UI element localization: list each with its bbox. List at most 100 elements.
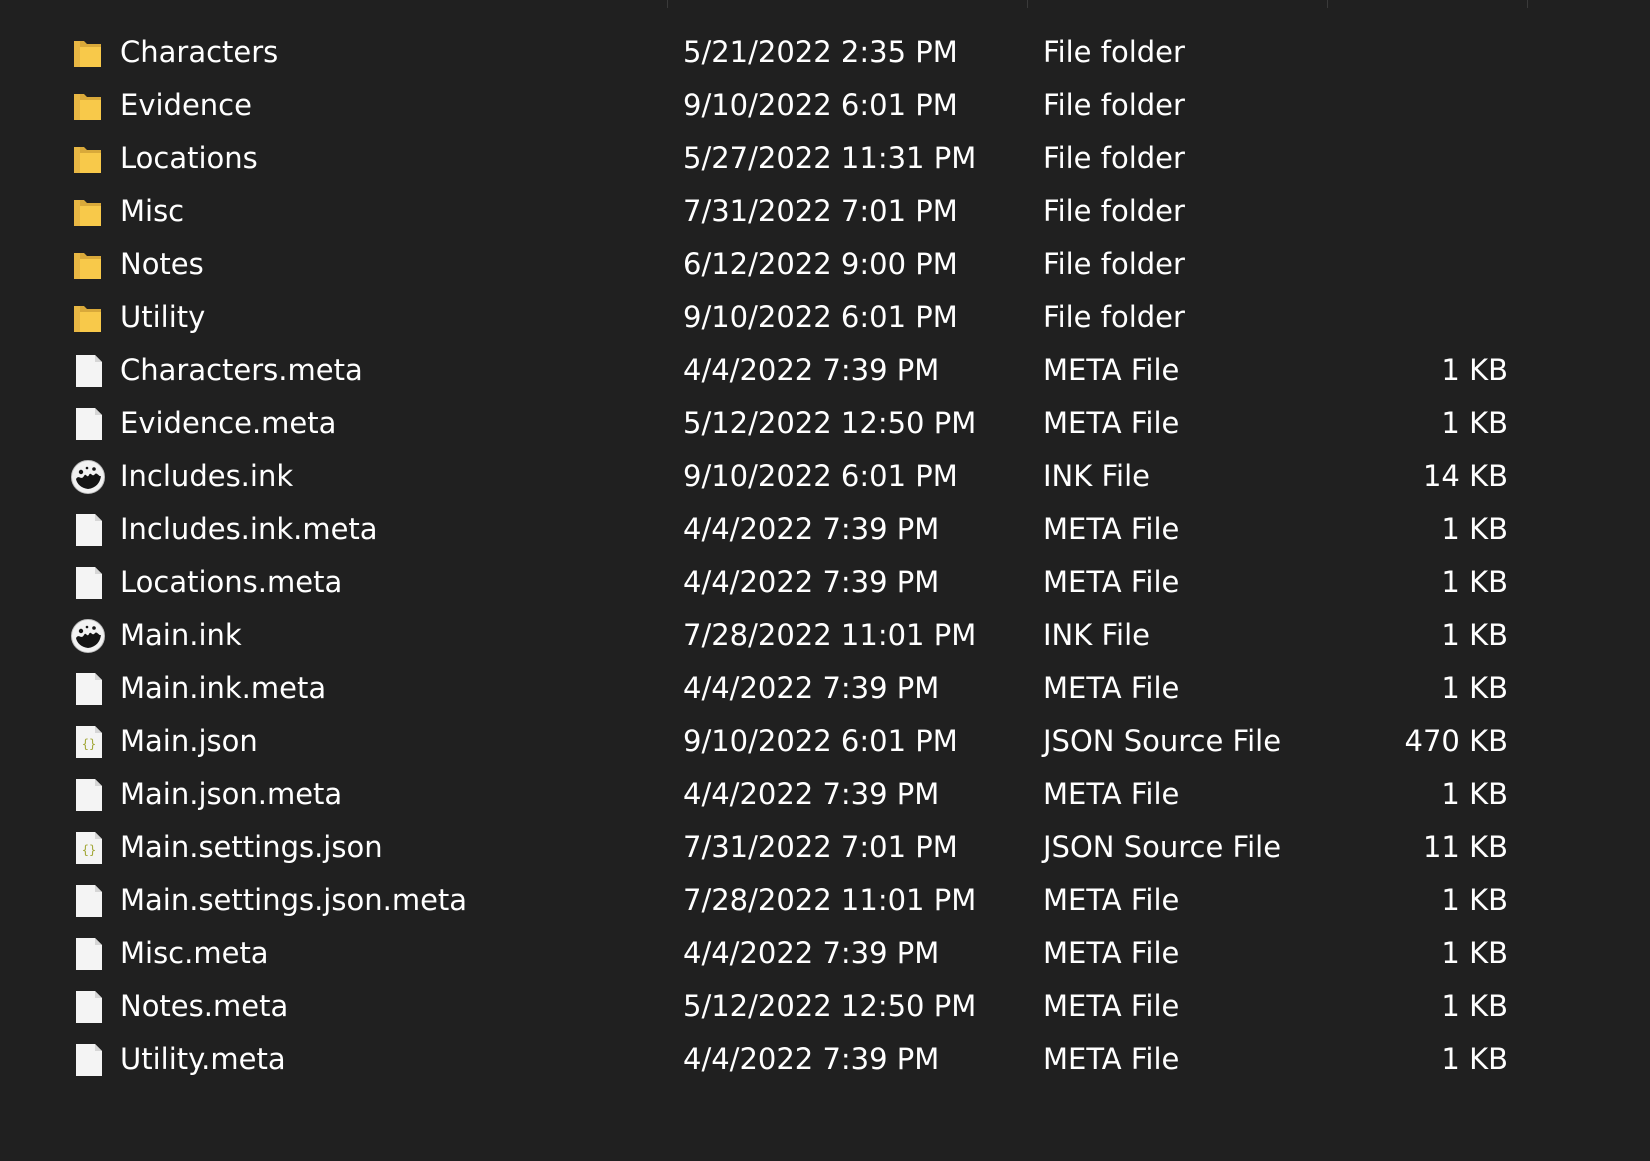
file-row[interactable]: Utility.meta 4/4/2022 7:39 PM META File 1 K…: [0, 1033, 1650, 1086]
file-row[interactable]: Utility 9/10/2022 6:01 PM File folder: [0, 291, 1650, 344]
file-row[interactable]: Main.settings.json.meta 7/28/2022 11:01 P…: [0, 874, 1650, 927]
column-divider-end[interactable]: [1527, 0, 1528, 8]
file-type: File folder: [1043, 88, 1185, 122]
file-size: 11 KB: [1422, 830, 1508, 864]
file-type: META File: [1043, 512, 1180, 546]
file-size: 1 KB: [1441, 618, 1508, 652]
file-row[interactable]: Includes.ink.meta 4/4/2022 7:39 PM META Fi…: [0, 503, 1650, 556]
file-row[interactable]: Evidence 9/10/2022 6:01 PM File folder: [0, 79, 1650, 132]
file-type: File folder: [1043, 194, 1185, 228]
file-size: 1 KB: [1441, 989, 1508, 1023]
file-date-modified: 4/4/2022 7:39 PM: [683, 936, 940, 970]
file-type: META File: [1043, 1042, 1180, 1076]
file-name: Locations.meta: [120, 565, 343, 599]
svg-text:{}: {}: [82, 737, 96, 751]
file-row[interactable]: Characters 5/21/2022 2:35 PM File folder: [0, 26, 1650, 79]
column-divider-size[interactable]: [1327, 0, 1328, 8]
file-date-modified: 4/4/2022 7:39 PM: [683, 512, 940, 546]
file-type: INK File: [1043, 459, 1151, 493]
file-row[interactable]: Locations.meta 4/4/2022 7:39 PM META File 1…: [0, 556, 1650, 609]
file-date-modified: 4/4/2022 7:39 PM: [683, 777, 940, 811]
file-date-modified: 9/10/2022 6:01 PM: [683, 88, 958, 122]
file-date-modified: 7/28/2022 11:01 PM: [683, 618, 977, 652]
file-size: 1 KB: [1441, 671, 1508, 705]
file-date-modified: 4/4/2022 7:39 PM: [683, 565, 940, 599]
file-name: Misc: [120, 194, 185, 228]
file-type: META File: [1043, 671, 1180, 705]
blank-file-icon: [70, 353, 108, 389]
file-date-modified: 4/4/2022 7:39 PM: [683, 353, 940, 387]
file-date-modified: 5/12/2022 12:50 PM: [683, 989, 977, 1023]
file-name: Evidence.meta: [120, 406, 337, 440]
blank-file-icon: [70, 1042, 108, 1078]
file-name: Main.settings.json.meta: [120, 883, 468, 917]
file-type: File folder: [1043, 300, 1185, 334]
ink-file-icon: [70, 459, 108, 495]
file-name: Includes.ink: [120, 459, 294, 493]
file-row[interactable]: Includes.ink 9/10/2022 6:01 PM INK File 14 …: [0, 450, 1650, 503]
file-row[interactable]: Main.ink 7/28/2022 11:01 PM INK File 1 KB: [0, 609, 1650, 662]
file-size: 1 KB: [1441, 406, 1508, 440]
file-size: 1 KB: [1441, 777, 1508, 811]
file-row[interactable]: Misc.meta 4/4/2022 7:39 PM META File 1 KB: [0, 927, 1650, 980]
blank-file-icon: [70, 777, 108, 813]
file-date-modified: 9/10/2022 6:01 PM: [683, 300, 958, 334]
file-row[interactable]: Characters.meta 4/4/2022 7:39 PM META File…: [0, 344, 1650, 397]
file-name: Main.ink: [120, 618, 242, 652]
file-date-modified: 5/12/2022 12:50 PM: [683, 406, 977, 440]
blank-file-icon: [70, 565, 108, 601]
file-type: File folder: [1043, 35, 1185, 69]
svg-text:{}: {}: [82, 843, 96, 857]
folder-icon: [70, 35, 108, 71]
folder-icon: [70, 300, 108, 336]
file-row[interactable]: Misc 7/31/2022 7:01 PM File folder: [0, 185, 1650, 238]
folder-icon: [70, 247, 108, 283]
file-size: 1 KB: [1441, 1042, 1508, 1076]
blank-file-icon: [70, 512, 108, 548]
file-row[interactable]: Notes 6/12/2022 9:00 PM File folder: [0, 238, 1650, 291]
file-size: 1 KB: [1441, 883, 1508, 917]
file-size: 1 KB: [1441, 353, 1508, 387]
folder-icon: [70, 88, 108, 124]
file-type: META File: [1043, 565, 1180, 599]
file-name: Evidence: [120, 88, 252, 122]
file-size: 1 KB: [1441, 565, 1508, 599]
file-row[interactable]: Main.json.meta 4/4/2022 7:39 PM META File 1…: [0, 768, 1650, 821]
blank-file-icon: [70, 671, 108, 707]
file-row[interactable]: Main.ink.meta 4/4/2022 7:39 PM META File 1 …: [0, 662, 1650, 715]
file-date-modified: 6/12/2022 9:00 PM: [683, 247, 958, 281]
column-divider-date[interactable]: [667, 0, 668, 8]
file-name: Notes.meta: [120, 989, 289, 1023]
file-size: 14 KB: [1422, 459, 1508, 493]
file-date-modified: 5/21/2022 2:35 PM: [683, 35, 958, 69]
blank-file-icon: [70, 989, 108, 1025]
file-name: Utility: [120, 300, 206, 334]
blank-file-icon: [70, 936, 108, 972]
column-divider-type[interactable]: [1027, 0, 1028, 8]
file-date-modified: 7/31/2022 7:01 PM: [683, 830, 958, 864]
file-row[interactable]: Notes.meta 5/12/2022 12:50 PM META File 1 K…: [0, 980, 1650, 1033]
file-size: 1 KB: [1441, 512, 1508, 546]
file-type: META File: [1043, 989, 1180, 1023]
blank-file-icon: [70, 406, 108, 442]
file-date-modified: 9/10/2022 6:01 PM: [683, 459, 958, 493]
file-list: Characters 5/21/2022 2:35 PM File folder Ev…: [0, 26, 1650, 1086]
file-name: Characters: [120, 35, 279, 69]
file-date-modified: 7/31/2022 7:01 PM: [683, 194, 958, 228]
json-file-icon: {}: [70, 724, 108, 760]
file-size: 1 KB: [1441, 936, 1508, 970]
file-row[interactable]: {} Main.settings.json 7/31/2022 7:01 PM JSO…: [0, 821, 1650, 874]
file-date-modified: 5/27/2022 11:31 PM: [683, 141, 977, 175]
folder-icon: [70, 194, 108, 230]
file-row[interactable]: {} Main.json 9/10/2022 6:01 PM JSON Source …: [0, 715, 1650, 768]
file-name: Main.ink.meta: [120, 671, 327, 705]
folder-icon: [70, 141, 108, 177]
file-name: Main.json.meta: [120, 777, 343, 811]
file-row[interactable]: Locations 5/27/2022 11:31 PM File folder: [0, 132, 1650, 185]
file-name: Utility.meta: [120, 1042, 286, 1076]
file-row[interactable]: Evidence.meta 5/12/2022 12:50 PM META File…: [0, 397, 1650, 450]
file-date-modified: 4/4/2022 7:39 PM: [683, 1042, 940, 1076]
file-size: 470 KB: [1404, 724, 1508, 758]
file-type: File folder: [1043, 247, 1185, 281]
file-name: Notes: [120, 247, 204, 281]
